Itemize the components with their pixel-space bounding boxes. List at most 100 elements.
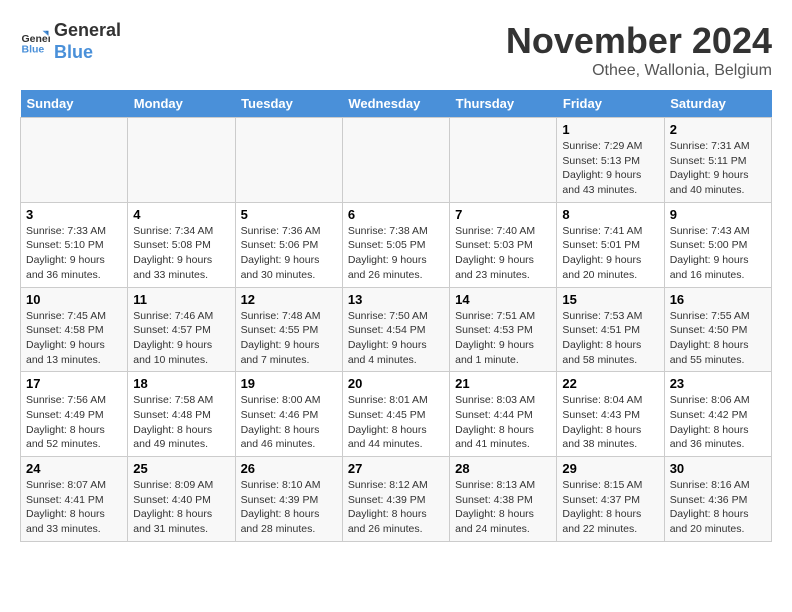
- day-info: Sunrise: 7:50 AMSunset: 4:54 PMDaylight:…: [348, 309, 444, 368]
- weekday-header-thursday: Thursday: [450, 90, 557, 118]
- calendar-cell: 15Sunrise: 7:53 AMSunset: 4:51 PMDayligh…: [557, 287, 664, 372]
- calendar-cell: 18Sunrise: 7:58 AMSunset: 4:48 PMDayligh…: [128, 372, 235, 457]
- day-info: Sunrise: 8:03 AMSunset: 4:44 PMDaylight:…: [455, 393, 551, 452]
- day-number: 12: [241, 292, 337, 307]
- day-info: Sunrise: 7:38 AMSunset: 5:05 PMDaylight:…: [348, 224, 444, 283]
- day-number: 22: [562, 376, 658, 391]
- day-info: Sunrise: 7:36 AMSunset: 5:06 PMDaylight:…: [241, 224, 337, 283]
- weekday-header-wednesday: Wednesday: [342, 90, 449, 118]
- calendar-cell: 28Sunrise: 8:13 AMSunset: 4:38 PMDayligh…: [450, 457, 557, 542]
- calendar-cell: [128, 118, 235, 203]
- calendar-cell: 16 Sunrise: 7:55 AMSunset: 4:50 PMDayligh…: [664, 287, 771, 372]
- day-info: Sunrise: 7:46 AMSunset: 4:57 PMDaylight:…: [133, 309, 229, 368]
- day-info: Sunrise: 7:31 AMSunset: 5:11 PMDaylight:…: [670, 139, 766, 198]
- weekday-header-monday: Monday: [128, 90, 235, 118]
- calendar-cell: [450, 118, 557, 203]
- weekday-header-tuesday: Tuesday: [235, 90, 342, 118]
- calendar-cell: 13 Sunrise: 7:50 AMSunset: 4:54 PMDayligh…: [342, 287, 449, 372]
- day-info: Sunrise: 7:56 AMSunset: 4:49 PMDaylight:…: [26, 393, 122, 452]
- day-info: Sunrise: 7:33 AMSunset: 5:10 PMDaylight:…: [26, 224, 122, 283]
- logo-icon: General Blue: [20, 27, 50, 57]
- calendar-cell: 5 Sunrise: 7:36 AMSunset: 5:06 PMDaylight…: [235, 202, 342, 287]
- calendar-cell: 6 Sunrise: 7:38 AMSunset: 5:05 PMDaylight…: [342, 202, 449, 287]
- day-number: 13: [348, 292, 444, 307]
- day-info: Sunrise: 8:16 AMSunset: 4:36 PMDaylight:…: [670, 478, 766, 537]
- day-number: 19: [241, 376, 337, 391]
- day-info: Sunrise: 8:07 AMSunset: 4:41 PMDaylight:…: [26, 478, 122, 537]
- weekday-header-saturday: Saturday: [664, 90, 771, 118]
- calendar-cell: [235, 118, 342, 203]
- day-number: 26: [241, 461, 337, 476]
- day-number: 20: [348, 376, 444, 391]
- day-info: Sunrise: 7:29 AMSunset: 5:13 PMDaylight:…: [562, 139, 658, 198]
- day-number: 14: [455, 292, 551, 307]
- calendar-cell: 8 Sunrise: 7:41 AMSunset: 5:01 PMDaylight…: [557, 202, 664, 287]
- day-info: Sunrise: 7:53 AMSunset: 4:51 PMDaylight:…: [562, 309, 658, 368]
- day-number: 16: [670, 292, 766, 307]
- day-number: 17: [26, 376, 122, 391]
- day-info: Sunrise: 8:09 AMSunset: 4:40 PMDaylight:…: [133, 478, 229, 537]
- weekday-header-sunday: Sunday: [21, 90, 128, 118]
- logo-general-text: General: [54, 20, 121, 42]
- day-info: Sunrise: 8:10 AMSunset: 4:39 PMDaylight:…: [241, 478, 337, 537]
- day-number: 28: [455, 461, 551, 476]
- calendar-cell: 11 Sunrise: 7:46 AMSunset: 4:57 PMDayligh…: [128, 287, 235, 372]
- calendar-cell: 14 Sunrise: 7:51 AMSunset: 4:53 PMDayligh…: [450, 287, 557, 372]
- day-number: 23: [670, 376, 766, 391]
- day-number: 8: [562, 207, 658, 222]
- page-header: General Blue General Blue November 2024 …: [20, 20, 772, 80]
- day-number: 6: [348, 207, 444, 222]
- day-info: Sunrise: 8:06 AMSunset: 4:42 PMDaylight:…: [670, 393, 766, 452]
- day-info: Sunrise: 8:01 AMSunset: 4:45 PMDaylight:…: [348, 393, 444, 452]
- day-number: 29: [562, 461, 658, 476]
- calendar-cell: 20 Sunrise: 8:01 AMSunset: 4:45 PMDayligh…: [342, 372, 449, 457]
- day-number: 21: [455, 376, 551, 391]
- day-number: 27: [348, 461, 444, 476]
- calendar-cell: 10 Sunrise: 7:45 AMSunset: 4:58 PMDayligh…: [21, 287, 128, 372]
- calendar-week-row: 17 Sunrise: 7:56 AMSunset: 4:49 PMDayligh…: [21, 372, 772, 457]
- calendar-cell: 9 Sunrise: 7:43 AMSunset: 5:00 PMDaylight…: [664, 202, 771, 287]
- day-number: 5: [241, 207, 337, 222]
- calendar-week-row: 10 Sunrise: 7:45 AMSunset: 4:58 PMDayligh…: [21, 287, 772, 372]
- day-info: Sunrise: 8:04 AMSunset: 4:43 PMDaylight:…: [562, 393, 658, 452]
- day-number: 4: [133, 207, 229, 222]
- day-info: Sunrise: 7:55 AMSunset: 4:50 PMDaylight:…: [670, 309, 766, 368]
- day-info: Sunrise: 7:43 AMSunset: 5:00 PMDaylight:…: [670, 224, 766, 283]
- calendar-cell: 19Sunrise: 8:00 AMSunset: 4:46 PMDayligh…: [235, 372, 342, 457]
- day-number: 7: [455, 207, 551, 222]
- calendar-cell: 25 Sunrise: 8:09 AMSunset: 4:40 PMDayligh…: [128, 457, 235, 542]
- title-section: November 2024 Othee, Wallonia, Belgium: [506, 20, 772, 80]
- day-number: 2: [670, 122, 766, 137]
- day-number: 10: [26, 292, 122, 307]
- calendar-cell: 24 Sunrise: 8:07 AMSunset: 4:41 PMDayligh…: [21, 457, 128, 542]
- day-number: 3: [26, 207, 122, 222]
- calendar-cell: 21 Sunrise: 8:03 AMSunset: 4:44 PMDayligh…: [450, 372, 557, 457]
- calendar-cell: [342, 118, 449, 203]
- calendar-cell: 27 Sunrise: 8:12 AMSunset: 4:39 PMDayligh…: [342, 457, 449, 542]
- day-number: 25: [133, 461, 229, 476]
- calendar-cell: 7 Sunrise: 7:40 AMSunset: 5:03 PMDaylight…: [450, 202, 557, 287]
- weekday-header-friday: Friday: [557, 90, 664, 118]
- logo: General Blue General Blue: [20, 20, 121, 63]
- day-info: Sunrise: 7:58 AMSunset: 4:48 PMDaylight:…: [133, 393, 229, 452]
- day-number: 9: [670, 207, 766, 222]
- day-info: Sunrise: 7:34 AMSunset: 5:08 PMDaylight:…: [133, 224, 229, 283]
- calendar-cell: 22 Sunrise: 8:04 AMSunset: 4:43 PMDayligh…: [557, 372, 664, 457]
- day-number: 24: [26, 461, 122, 476]
- calendar-week-row: 1Sunrise: 7:29 AMSunset: 5:13 PMDaylight…: [21, 118, 772, 203]
- day-info: Sunrise: 8:12 AMSunset: 4:39 PMDaylight:…: [348, 478, 444, 537]
- logo-blue-text: Blue: [54, 42, 121, 64]
- calendar-cell: 26 Sunrise: 8:10 AMSunset: 4:39 PMDayligh…: [235, 457, 342, 542]
- svg-text:Blue: Blue: [22, 43, 45, 55]
- day-number: 11: [133, 292, 229, 307]
- calendar-cell: 23 Sunrise: 8:06 AMSunset: 4:42 PMDayligh…: [664, 372, 771, 457]
- calendar-cell: [21, 118, 128, 203]
- day-info: Sunrise: 7:45 AMSunset: 4:58 PMDaylight:…: [26, 309, 122, 368]
- day-info: Sunrise: 7:41 AMSunset: 5:01 PMDaylight:…: [562, 224, 658, 283]
- month-title: November 2024: [506, 20, 772, 62]
- day-info: Sunrise: 7:51 AMSunset: 4:53 PMDaylight:…: [455, 309, 551, 368]
- calendar-cell: 1Sunrise: 7:29 AMSunset: 5:13 PMDaylight…: [557, 118, 664, 203]
- day-number: 30: [670, 461, 766, 476]
- calendar-table: SundayMondayTuesdayWednesdayThursdayFrid…: [20, 90, 772, 542]
- day-info: Sunrise: 7:40 AMSunset: 5:03 PMDaylight:…: [455, 224, 551, 283]
